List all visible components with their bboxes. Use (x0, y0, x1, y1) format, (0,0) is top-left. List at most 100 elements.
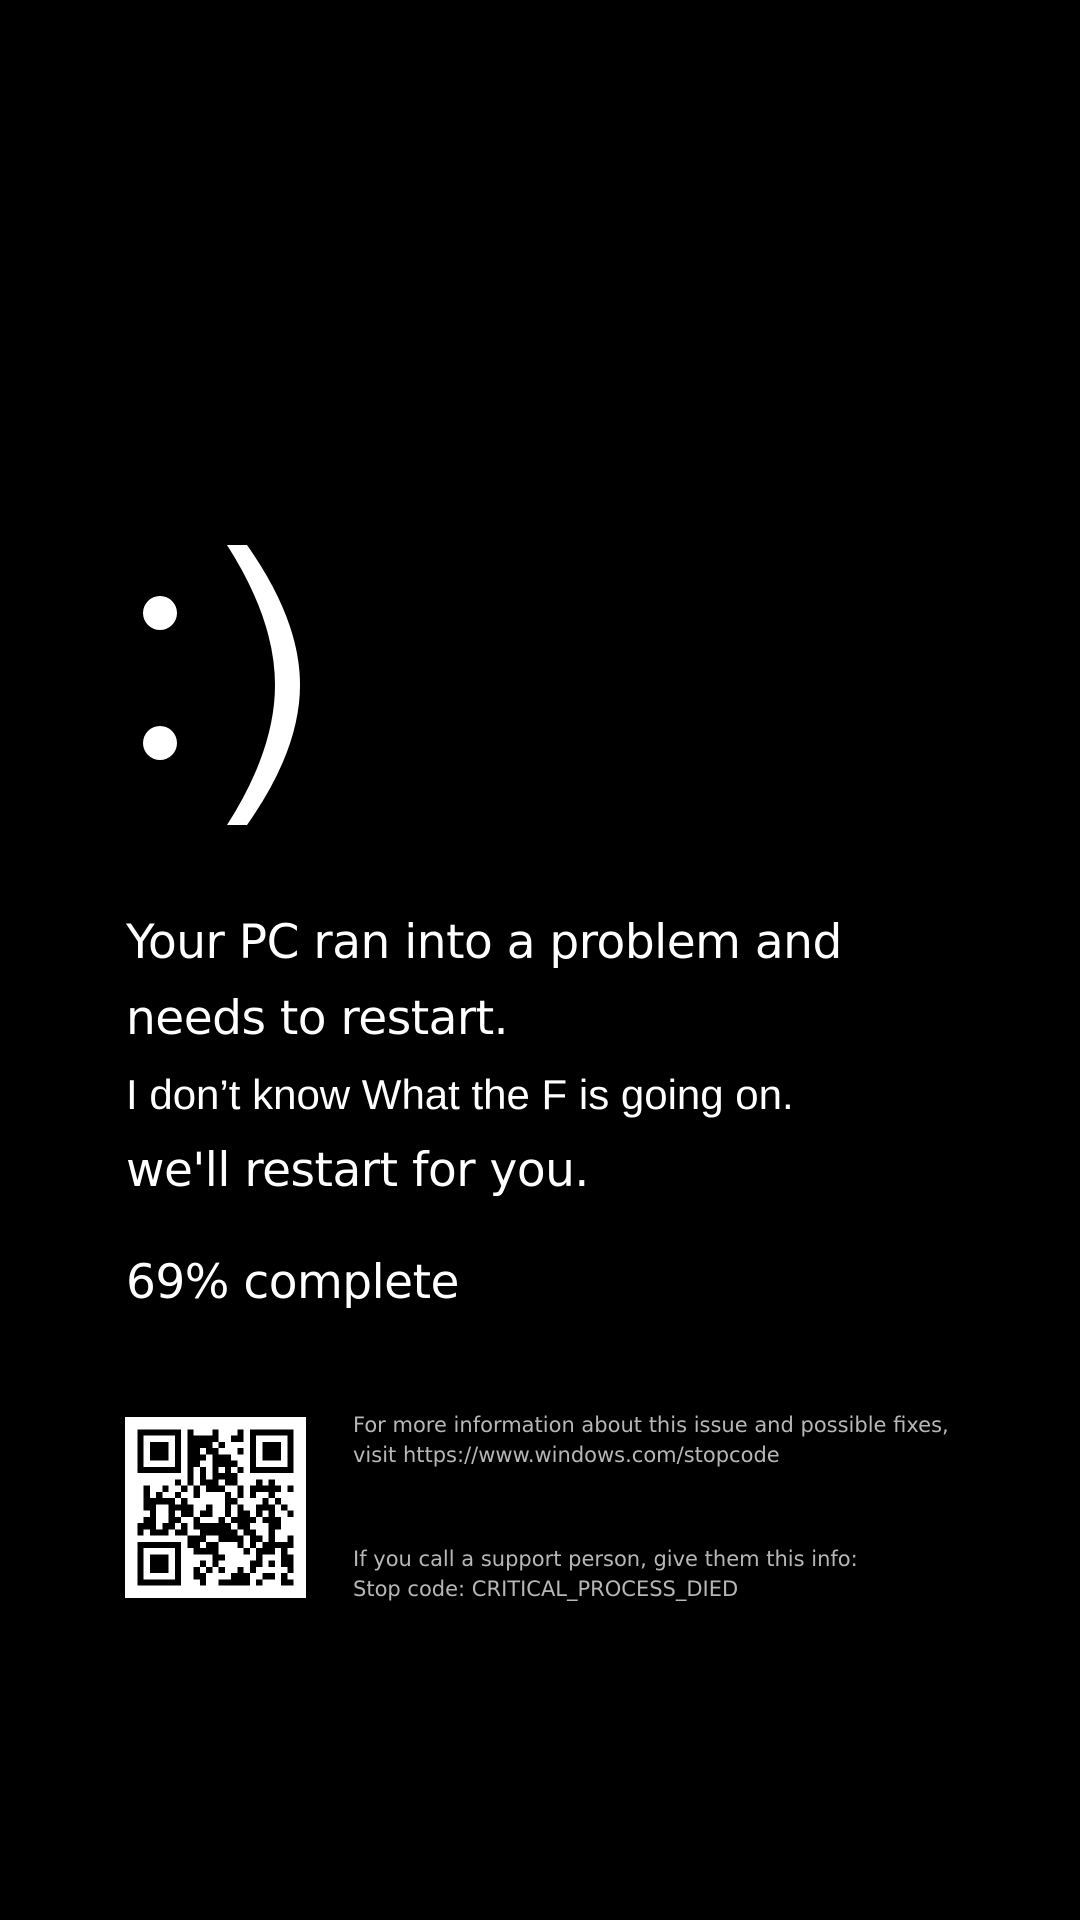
qr-module (174, 1504, 182, 1511)
qr-module (187, 1435, 194, 1442)
qr-module (274, 1516, 282, 1524)
qr-module (262, 1441, 269, 1449)
qr-module (237, 1535, 244, 1542)
qr-module (187, 1473, 194, 1480)
qr-module (199, 1479, 207, 1486)
qr-module (149, 1510, 157, 1517)
qr-module (268, 1485, 275, 1492)
qr-module (156, 1441, 163, 1449)
qr-module (187, 1454, 194, 1461)
qr-module (249, 1485, 257, 1492)
qr-module (262, 1573, 269, 1580)
qr-module (212, 1523, 219, 1530)
qr-module (174, 1460, 182, 1467)
error-message-line-2: needs to restart. (126, 991, 509, 1046)
qr-module (137, 1529, 144, 1536)
more-info-line-1: For more information about this issue an… (353, 1413, 949, 1437)
qr-module (262, 1541, 269, 1549)
qr-module (137, 1454, 144, 1461)
qr-module (174, 1479, 182, 1486)
qr-module (268, 1529, 275, 1536)
qr-module (193, 1523, 200, 1530)
qr-module (149, 1448, 157, 1455)
qr-module (249, 1466, 257, 1474)
qr-module (243, 1548, 250, 1555)
qr-module (287, 1485, 294, 1492)
qr-module (206, 1541, 213, 1549)
qr-module (162, 1560, 169, 1567)
qr-module (262, 1429, 269, 1436)
qr-module (237, 1579, 244, 1586)
qr-module (231, 1498, 238, 1505)
qr-module (243, 1523, 250, 1530)
qr-module (181, 1523, 188, 1530)
qr-module (156, 1579, 163, 1586)
qr-module (156, 1454, 163, 1461)
progress-text: 69% complete (126, 1255, 459, 1310)
qr-module (174, 1566, 182, 1574)
qr-module (287, 1554, 294, 1561)
qr-module (268, 1454, 275, 1461)
qr-module (199, 1473, 207, 1480)
qr-module (268, 1560, 275, 1567)
qr-module (212, 1454, 219, 1461)
qr-module (206, 1441, 213, 1449)
qr-module (168, 1510, 175, 1517)
qr-module (249, 1529, 257, 1536)
qr-module (193, 1548, 200, 1555)
qr-module (268, 1535, 275, 1542)
qr-module (262, 1448, 269, 1455)
qr-module (268, 1491, 275, 1499)
qr-module (212, 1448, 219, 1455)
qr-module (274, 1454, 282, 1461)
qr-module (174, 1441, 182, 1449)
qr-module (174, 1435, 182, 1442)
colon-bottom-dot (143, 726, 177, 760)
qr-module (156, 1466, 163, 1474)
qr-module (206, 1566, 213, 1574)
qr-module (287, 1566, 294, 1574)
qr-module (274, 1523, 282, 1530)
qr-module (199, 1548, 207, 1555)
qr-module (137, 1560, 144, 1567)
qr-module (137, 1541, 144, 1549)
qr-module (224, 1523, 232, 1530)
qr-module (249, 1448, 257, 1455)
qr-module (224, 1579, 232, 1586)
qr-module (174, 1560, 182, 1567)
qr-module (256, 1504, 263, 1511)
qr-module (143, 1523, 150, 1530)
qr-module (193, 1441, 200, 1449)
qr-module (212, 1466, 219, 1474)
qr-module (243, 1516, 250, 1524)
qr-module (256, 1579, 263, 1586)
qr-module (199, 1579, 207, 1586)
qr-module (212, 1529, 219, 1536)
qr-module (224, 1504, 232, 1511)
support-info-line-1: If you call a support person, give them … (353, 1547, 858, 1571)
qr-module (262, 1498, 269, 1505)
qr-module (212, 1548, 219, 1555)
qr-module (256, 1485, 263, 1492)
qr-module (181, 1485, 188, 1492)
qr-module (156, 1448, 163, 1455)
qr-module (199, 1454, 207, 1461)
qr-module (187, 1441, 194, 1449)
qr-module (162, 1523, 169, 1530)
stop-code-text: Stop code: CRITICAL_PROCESS_DIED (353, 1577, 739, 1601)
qr-module (199, 1523, 207, 1530)
qr-module (212, 1479, 219, 1486)
qr-module (218, 1473, 225, 1480)
qr-module (149, 1523, 157, 1530)
qr-module (218, 1554, 225, 1561)
qr-module (274, 1448, 282, 1455)
qr-module (168, 1516, 175, 1524)
qr-module (156, 1491, 163, 1499)
smiley-emoticon-icon (143, 545, 300, 825)
qr-module (168, 1523, 175, 1530)
qr-module (287, 1510, 294, 1517)
qr-module (249, 1516, 257, 1524)
qr-module (162, 1485, 169, 1492)
qr-module (168, 1498, 175, 1505)
qr-module (149, 1504, 157, 1511)
